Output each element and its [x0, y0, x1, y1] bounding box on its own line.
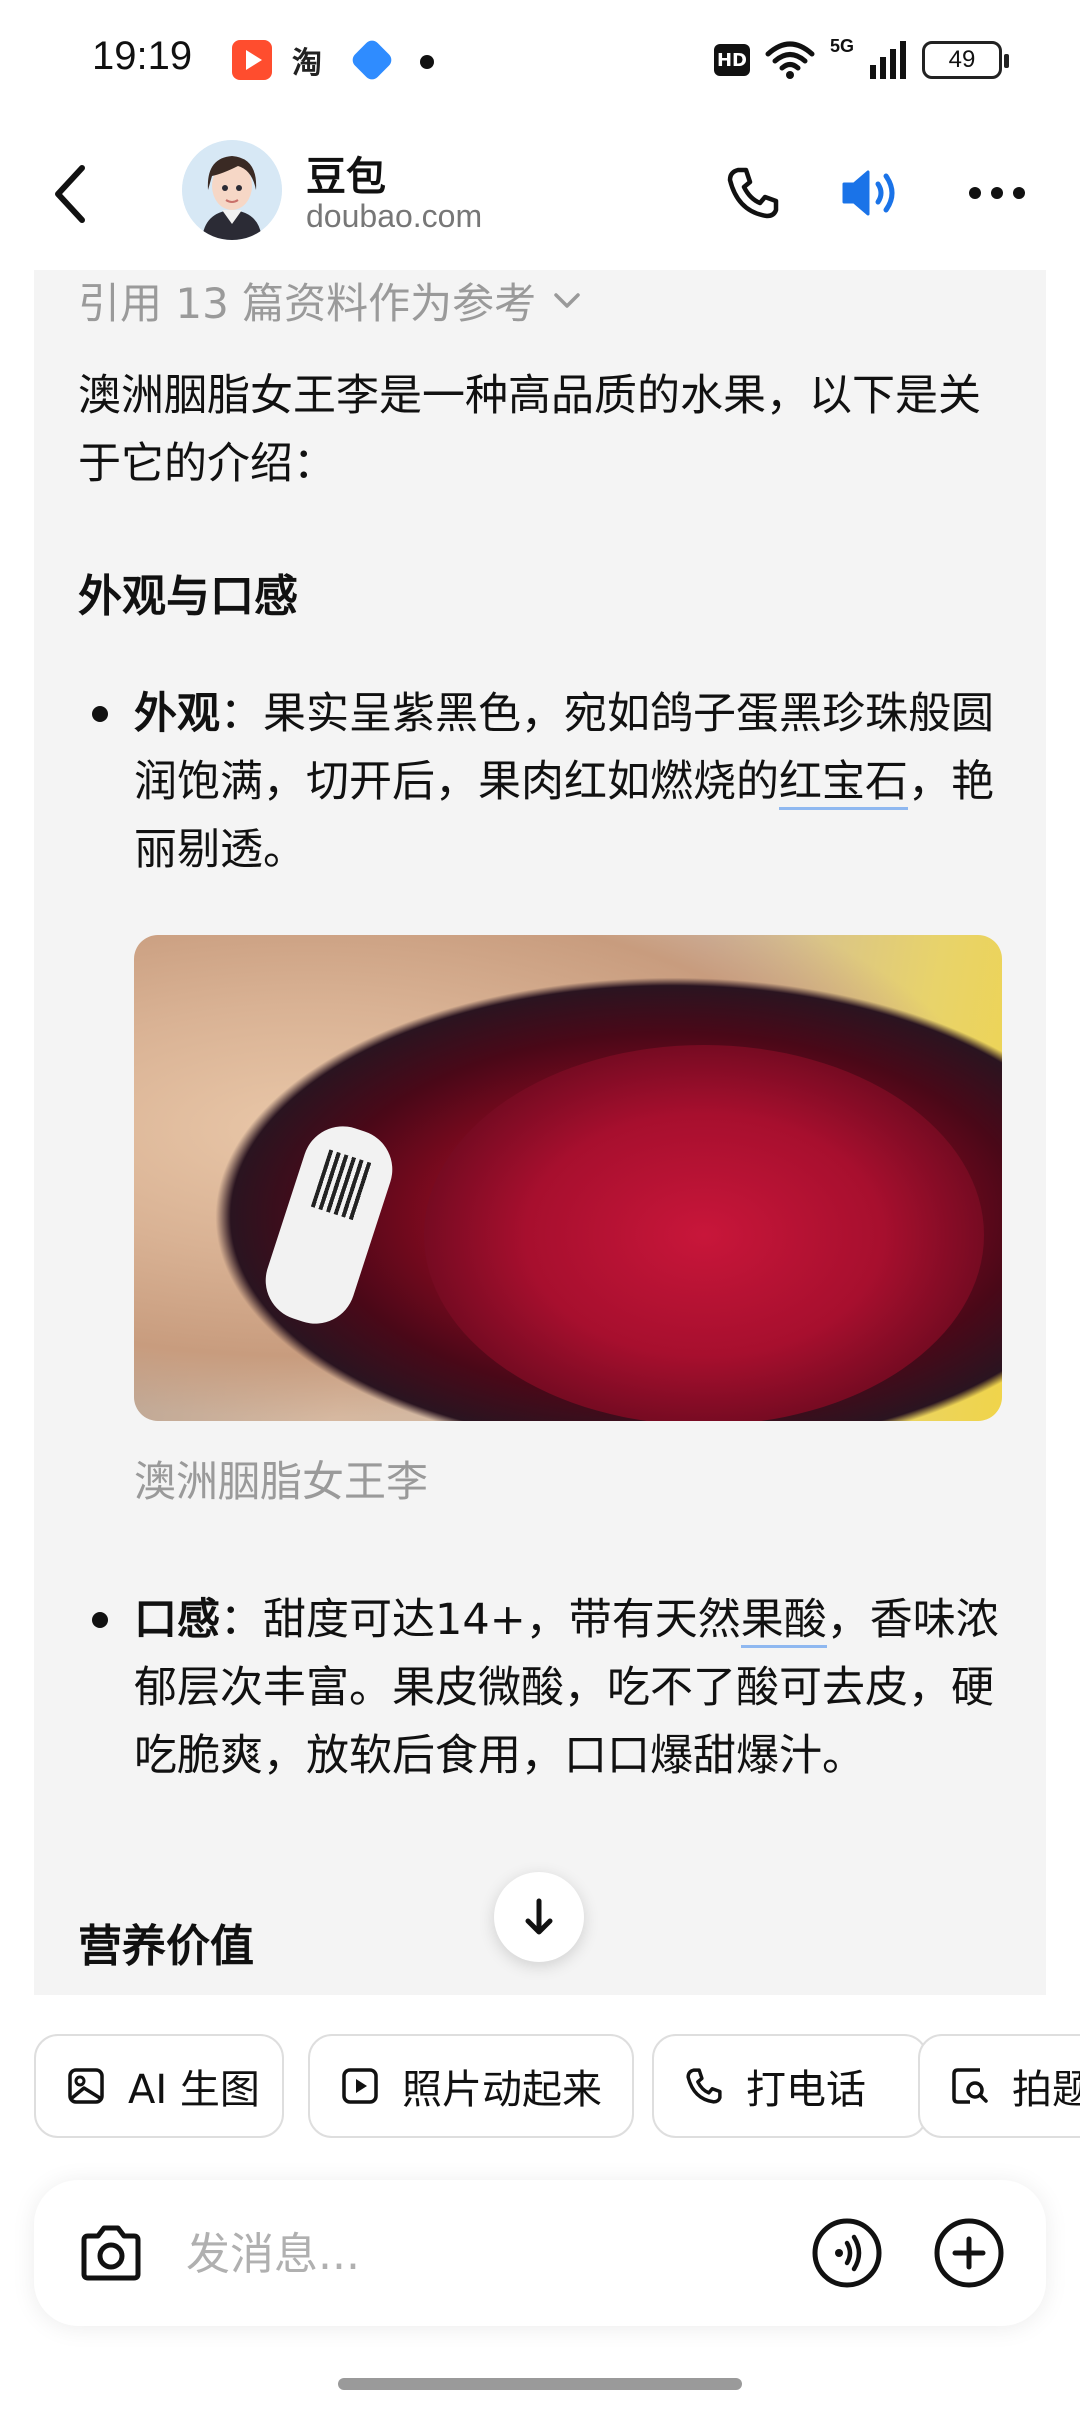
bot-message-bubble: 引用 13 篇资料作为参考 澳洲胭脂女王李是一种高品质的水果，以下是关于它的介绍… [34, 270, 1046, 1995]
plus-circle-icon [934, 2218, 1004, 2288]
references-toggle[interactable]: 引用 13 篇资料作为参考 [78, 270, 582, 331]
references-label: 引用 13 篇资料作为参考 [78, 279, 537, 328]
chip-label: AI 生图 [128, 2067, 260, 2113]
image-caption: 澳洲胭脂女王李 [134, 1457, 429, 1506]
plum-photo[interactable] [134, 935, 1002, 1421]
fruit-acid-link[interactable]: 果酸 [740, 1595, 827, 1648]
voice-wave-icon [812, 2218, 882, 2288]
camera-button[interactable] [74, 2216, 148, 2290]
blue-app-notification-icon [349, 37, 395, 83]
network-type: 5G [829, 36, 854, 56]
list-item-taste: 口感：甜度可达14+，带有天然果酸，香味浓郁层次丰富。果皮微酸，吃不了酸可去皮，… [78, 1586, 1018, 1790]
avatar-illustration [182, 140, 282, 240]
taobao-notification-icon: 淘 [292, 46, 322, 81]
back-icon [55, 165, 85, 223]
message-input[interactable] [186, 2222, 786, 2286]
phone-icon [686, 2068, 722, 2104]
hd-icon: HD [713, 44, 750, 76]
battery-indicator: 49 [922, 41, 1009, 79]
speaker-button[interactable] [836, 158, 906, 228]
bullet-dot [92, 1612, 108, 1628]
status-bar: 19:19 淘 HD 5G 49 [0, 0, 1080, 120]
barcode-sticker [255, 1115, 403, 1335]
list-item-appearance: 外观：果实呈紫黑色，宛如鸽子蛋黑珍珠般圆润饱满，切开后，果肉红如燃烧的红宝石，艳… [78, 680, 1018, 884]
section-heading-appearance-taste: 外观与口感 [78, 571, 298, 622]
ruby-link[interactable]: 红宝石 [779, 757, 908, 810]
add-attachment-button[interactable] [932, 2216, 1006, 2290]
bot-domain: doubao.com [306, 198, 483, 234]
animate-photo-chip[interactable]: 照片动起来 [308, 2034, 634, 2138]
appearance-label: 外观 [134, 689, 220, 739]
arrow-down-icon [525, 1898, 553, 1935]
status-time: 19:19 [92, 34, 193, 78]
quick-actions-bar: AI 生图 照片动起来 打电话 拍题 [34, 2034, 1080, 2140]
home-indicator[interactable] [338, 2378, 742, 2390]
chip-label: 拍题 [1012, 2067, 1080, 2113]
play-icon [342, 2068, 378, 2104]
ai-image-chip[interactable]: AI 生图 [34, 2034, 284, 2138]
video-app-notification-icon [232, 40, 272, 80]
speaker-icon [842, 170, 895, 216]
voice-input-button[interactable] [810, 2216, 884, 2290]
taste-text: ：甜度可达14+，带有天然 [220, 1595, 741, 1645]
more-icon [969, 187, 1025, 199]
wifi-icon [765, 41, 815, 79]
bullet-dot [92, 706, 108, 722]
scan-question-icon [952, 2068, 988, 2104]
camera-icon [81, 2225, 141, 2281]
phone-icon [727, 167, 779, 219]
bot-avatar[interactable] [182, 140, 282, 240]
voice-call-button[interactable] [718, 158, 788, 228]
photo-question-chip[interactable]: 拍题 [918, 2034, 1080, 2138]
scroll-to-bottom-button[interactable] [494, 1872, 584, 1962]
bot-name: 豆包 [306, 154, 386, 200]
taste-label: 口感 [134, 1595, 220, 1645]
system-icons: HD 5G 49 [713, 36, 1009, 82]
image-icon [68, 2068, 104, 2104]
back-button[interactable] [40, 154, 100, 234]
message-composer [34, 2180, 1046, 2326]
signal-icon [870, 41, 906, 79]
chip-label: 照片动起来 [402, 2067, 602, 2113]
chevron-down-icon [554, 292, 580, 308]
intro-text: 澳洲胭脂女王李是一种高品质的水果，以下是关于它的介绍： [78, 371, 981, 489]
chat-header: 豆包 doubao.com [0, 130, 1080, 260]
plum-flesh [424, 1045, 984, 1421]
chip-label: 打电话 [746, 2067, 866, 2113]
more-notifications-dot-icon [420, 55, 434, 69]
more-button[interactable] [962, 158, 1032, 228]
phone-call-chip[interactable]: 打电话 [652, 2034, 928, 2138]
section-heading-nutrition: 营养价值 [78, 1921, 254, 1972]
